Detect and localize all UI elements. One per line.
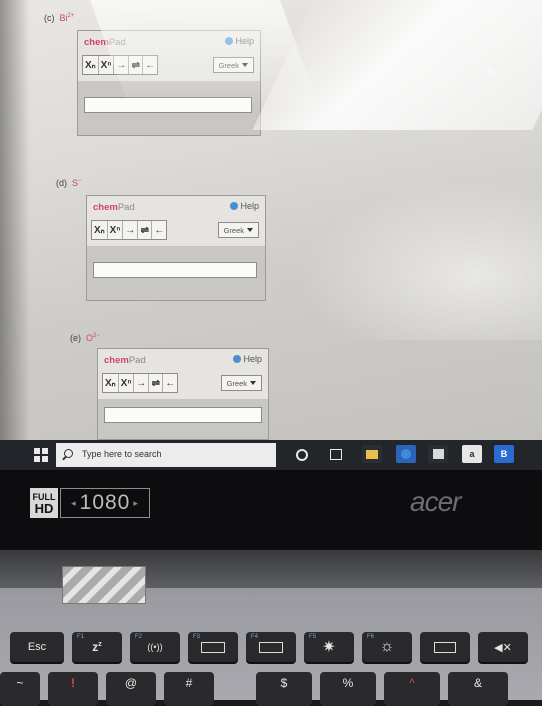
f8-key[interactable]: ◀✕ — [478, 632, 528, 662]
help-icon — [233, 355, 242, 363]
at-key[interactable]: @ — [106, 672, 156, 706]
search-icon — [64, 449, 73, 458]
edge-icon[interactable] — [396, 445, 416, 463]
equilibrium-arrow-button[interactable]: ⇌ — [138, 221, 153, 239]
taskbar-search-box[interactable]: Type here to search — [56, 443, 276, 467]
wifi-icon: ((•)) — [147, 642, 163, 652]
equilibrium-arrow-button[interactable]: ⇌ — [149, 374, 164, 392]
screen: (c) Bi2+ chemPad Help Xₙ Xⁿ → ⇌ ← Greek … — [0, 0, 542, 440]
hash-key[interactable]: # — [164, 672, 214, 706]
ampersand-key[interactable]: & — [448, 672, 508, 706]
tilde-key[interactable]: ~ — [0, 672, 40, 706]
subscript-button[interactable]: Xₙ — [92, 221, 108, 239]
touchpad-icon — [259, 641, 283, 653]
help-button[interactable]: Help — [230, 201, 259, 211]
task-view-icon[interactable] — [330, 449, 342, 460]
f3-key[interactable]: F3 — [188, 632, 238, 662]
display-icon — [201, 641, 225, 653]
left-arrow-button[interactable]: ← — [152, 221, 166, 239]
superscript-button[interactable]: Xⁿ — [119, 374, 135, 392]
superscript-button[interactable]: Xⁿ — [108, 221, 124, 239]
chempad-title: chemPad — [93, 202, 135, 213]
subscript-button[interactable]: Xₙ — [83, 56, 99, 74]
subscript-button[interactable]: Xₙ — [103, 374, 119, 392]
left-arrow-button[interactable]: ← — [163, 374, 177, 392]
right-arrow-button[interactable]: → — [123, 221, 139, 239]
amazon-icon[interactable]: a — [462, 445, 482, 463]
volume-mute-icon: ◀✕ — [494, 641, 512, 654]
chempad-title: chemPad — [104, 355, 146, 366]
greek-dropdown[interactable]: Greek — [217, 222, 259, 238]
right-arrow-button[interactable]: → — [134, 374, 150, 392]
f2-key[interactable]: F2 ((•)) — [130, 632, 180, 662]
greek-dropdown[interactable]: Greek — [220, 375, 262, 391]
store-icon[interactable] — [428, 445, 448, 463]
help-icon — [230, 202, 239, 210]
percent-key[interactable]: % — [320, 672, 376, 706]
exclamation-key[interactable]: ! — [48, 672, 98, 706]
f5-key[interactable]: F5 ✷ — [304, 632, 354, 662]
chempad-d: chemPad Help Xₙ Xⁿ → ⇌ ← Greek — [86, 195, 266, 301]
help-button[interactable]: Help — [233, 354, 262, 364]
search-placeholder: Type here to search — [82, 449, 162, 459]
brightness-down-icon: ✷ — [322, 639, 336, 656]
answer-input[interactable] — [93, 262, 257, 278]
acer-logo: acer — [410, 486, 461, 517]
question-c-label: (c) Bi2+ — [44, 13, 75, 23]
resolution-badge: ◂ 1080 ▸ — [60, 488, 150, 518]
screen-off-icon — [434, 641, 456, 653]
esc-key[interactable]: Esc — [10, 632, 64, 662]
file-explorer-icon[interactable] — [362, 445, 382, 463]
cortana-icon[interactable] — [296, 449, 308, 461]
windows-start-icon[interactable] — [34, 448, 48, 462]
caret-key[interactable]: ^ — [384, 672, 440, 706]
b-app-icon[interactable]: B — [494, 445, 514, 463]
question-e-label: (e) O2− — [70, 333, 100, 343]
sticker — [62, 566, 146, 604]
brightness-up-icon: ☼ — [379, 638, 395, 655]
f6-key[interactable]: F6 ☼ — [362, 632, 412, 662]
f4-key[interactable]: F4 — [246, 632, 296, 662]
f1-key[interactable]: F1 zz — [72, 632, 122, 662]
chempad-toolbar: Xₙ Xⁿ → ⇌ ← — [91, 220, 168, 240]
f7-key[interactable] — [420, 632, 470, 662]
full-hd-logo: FULL HD — [30, 488, 58, 518]
chempad-toolbar: Xₙ Xⁿ → ⇌ ← — [102, 373, 179, 393]
answer-input[interactable] — [104, 407, 262, 423]
question-d-label: (d) S− — [56, 178, 82, 188]
chempad-e: chemPad Help Xₙ Xⁿ → ⇌ ← Greek — [97, 348, 269, 440]
dollar-key[interactable]: $ — [256, 672, 312, 706]
